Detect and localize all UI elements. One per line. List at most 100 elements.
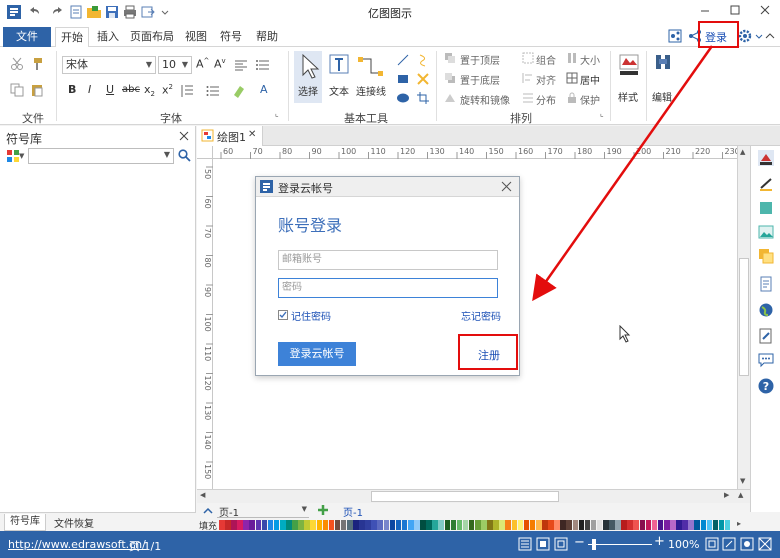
color-swatch[interactable] (255, 520, 262, 530)
color-swatch[interactable] (225, 520, 231, 530)
zoom-slider-thumb[interactable] (592, 539, 596, 550)
full-view-icon[interactable] (758, 537, 772, 551)
center-icon[interactable] (566, 72, 578, 84)
rotate-mirror-icon[interactable] (444, 92, 456, 104)
align-label[interactable]: 对齐 (536, 72, 556, 87)
color-swatch[interactable] (444, 520, 451, 530)
intersect-tool-icon[interactable] (416, 72, 430, 86)
format-painter-icon[interactable] (30, 57, 44, 71)
text-list-icon[interactable] (256, 58, 270, 72)
color-swatch[interactable] (724, 520, 731, 530)
color-swatch[interactable] (676, 520, 682, 530)
note-icon[interactable] (758, 328, 774, 344)
horizontal-scrollbar[interactable]: ◀ ▶ ▲ (197, 489, 750, 503)
send-to-back-label[interactable]: 置于底层 (460, 72, 500, 87)
color-swatch[interactable] (694, 520, 701, 530)
color-swatch[interactable] (219, 520, 225, 530)
color-swatch[interactable] (395, 520, 402, 530)
library-search-input[interactable]: ▼ (28, 148, 174, 164)
color-swatch[interactable] (243, 520, 249, 530)
page-select[interactable]: 页-1 ▼ (217, 504, 309, 519)
remember-password-label[interactable]: 记住密码 (291, 308, 331, 323)
group-label[interactable]: 组合 (536, 52, 556, 67)
settings-dropdown-icon[interactable] (754, 29, 764, 43)
horizontal-scroll-thumb[interactable] (371, 491, 559, 502)
chevron-up-icon[interactable] (203, 506, 213, 516)
tab-home[interactable]: 开始 (55, 27, 89, 48)
color-swatch[interactable] (310, 520, 317, 530)
color-swatch[interactable] (609, 520, 615, 530)
tab-help[interactable]: 帮助 (252, 27, 282, 47)
color-swatch[interactable] (261, 520, 268, 530)
distribute-label[interactable]: 分布 (536, 92, 556, 107)
color-swatch[interactable] (517, 520, 524, 530)
palette-scroll-icon[interactable]: ▸ (737, 519, 741, 528)
color-swatch[interactable] (359, 520, 365, 530)
maximize-button[interactable] (720, 0, 750, 22)
color-swatch[interactable] (603, 520, 609, 530)
line-style-icon[interactable] (758, 176, 774, 192)
text-tool-button[interactable]: 文本 (326, 51, 352, 103)
scroll-right-icon[interactable]: ▶ (724, 491, 729, 499)
color-swatch[interactable] (468, 520, 475, 530)
subscript-icon[interactable]: x2 (144, 83, 155, 98)
strikethrough-icon[interactable]: abc (122, 84, 140, 95)
color-swatch[interactable] (535, 520, 542, 530)
fit-window-icon[interactable] (705, 537, 719, 551)
bold-icon[interactable]: B (68, 83, 76, 96)
italic-icon[interactable]: I (88, 83, 91, 96)
categories-dropdown-icon[interactable]: ▼ (19, 152, 24, 160)
settings-gear-icon[interactable] (738, 29, 752, 43)
distribute-icon[interactable] (522, 92, 534, 104)
highlight-icon[interactable] (232, 84, 246, 98)
color-swatch[interactable] (298, 520, 304, 530)
color-swatch[interactable] (432, 520, 438, 530)
color-swatch[interactable] (615, 520, 621, 530)
color-swatch[interactable] (292, 520, 298, 530)
ellipse-tool-icon[interactable] (396, 91, 410, 105)
color-swatch[interactable] (578, 520, 585, 530)
layers-icon[interactable] (758, 248, 774, 264)
color-swatch[interactable] (572, 520, 579, 530)
color-swatch[interactable] (267, 520, 274, 530)
color-swatch[interactable] (279, 520, 286, 530)
fill-style-icon[interactable] (758, 150, 774, 166)
tab-symbol[interactable]: 符号 (216, 27, 246, 47)
color-swatch[interactable] (663, 520, 670, 530)
page-view-icon[interactable] (740, 537, 754, 551)
close-tab-icon[interactable]: ✕ (248, 129, 256, 140)
size-icon[interactable] (566, 52, 578, 64)
bring-to-front-label[interactable]: 置于顶层 (460, 52, 500, 67)
fit-width-icon[interactable] (536, 537, 550, 551)
help-icon[interactable]: ? (758, 378, 774, 394)
file-tab[interactable]: 文件 (3, 27, 51, 47)
tab-symbol-library[interactable]: 符号库 (4, 514, 46, 531)
group-icon[interactable] (522, 52, 534, 64)
color-swatch[interactable] (353, 520, 359, 530)
color-swatch[interactable] (511, 520, 518, 530)
zoom-in-icon[interactable]: + (654, 535, 666, 550)
zoom-out-icon[interactable]: − (574, 536, 586, 551)
align-icon[interactable] (522, 72, 534, 84)
style-button[interactable]: 样式 (616, 51, 642, 109)
tab-page-layout[interactable]: 页面布局 (127, 27, 177, 47)
color-swatch[interactable] (304, 520, 310, 530)
protect-label[interactable]: 保护 (580, 92, 600, 107)
paste-icon[interactable] (30, 83, 44, 97)
color-swatch[interactable] (505, 520, 512, 530)
crop-tool-icon[interactable] (416, 91, 430, 105)
color-swatch[interactable] (237, 520, 243, 530)
vertical-scrollbar[interactable]: ▲ ▼ (737, 146, 750, 489)
color-swatch[interactable] (633, 520, 640, 530)
color-swatch[interactable] (639, 520, 646, 530)
color-swatch[interactable] (414, 520, 420, 530)
color-swatch[interactable] (401, 520, 408, 530)
cloud-login-button[interactable]: 登录云帐号 (278, 342, 356, 366)
scroll-left-icon[interactable]: ◀ (200, 491, 205, 499)
color-swatch[interactable] (712, 520, 719, 530)
bullet-list-icon[interactable] (206, 84, 220, 98)
color-swatch[interactable] (371, 520, 377, 530)
color-swatch[interactable] (700, 520, 707, 530)
color-swatch[interactable] (627, 520, 633, 530)
comment-icon[interactable] (758, 352, 774, 368)
